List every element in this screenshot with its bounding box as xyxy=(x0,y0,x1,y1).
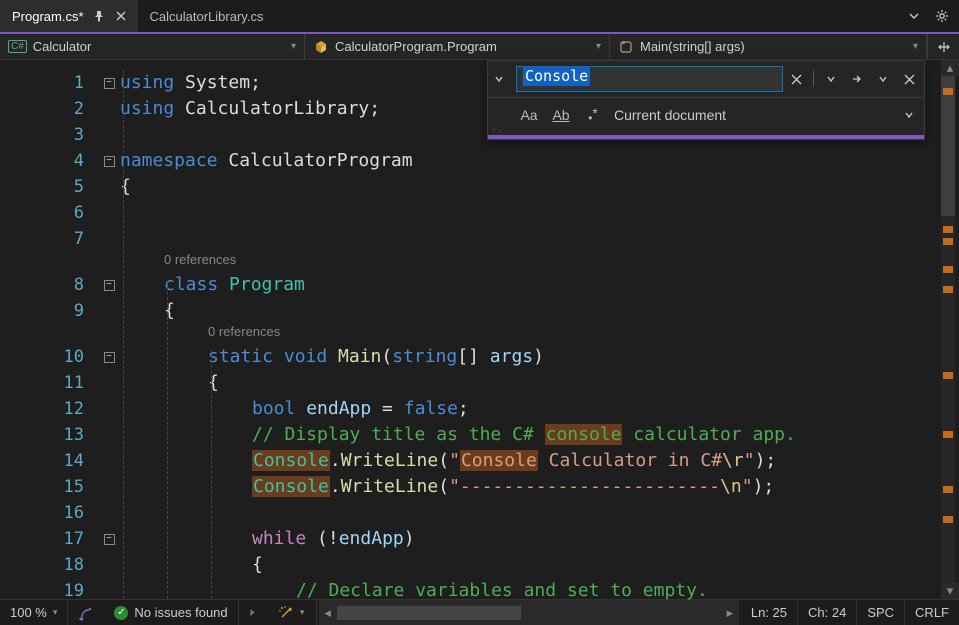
line-number: 9 xyxy=(0,298,98,324)
match-marker xyxy=(943,431,953,438)
fold-column: − − − − − xyxy=(98,60,120,599)
csharp-icon: C# xyxy=(8,40,27,53)
nav-class[interactable]: CalculatorProgram.Program ▾ xyxy=(305,34,610,59)
vertical-scrollbar[interactable]: ▴ ▾ xyxy=(941,60,959,599)
line-number: 17 xyxy=(0,526,98,552)
tab-label: Program.cs* xyxy=(12,9,84,24)
scroll-up-icon[interactable]: ▴ xyxy=(941,60,959,76)
whole-word-toggle[interactable]: Ab xyxy=(550,107,572,123)
line-number: 13 xyxy=(0,422,98,448)
nav-class-label: CalculatorProgram.Program xyxy=(335,39,497,54)
scroll-right-icon[interactable]: ▸ xyxy=(721,605,739,621)
nav-project-label: Calculator xyxy=(33,39,92,54)
scroll-down-icon[interactable]: ▾ xyxy=(941,583,959,599)
issues-label: No issues found xyxy=(134,605,227,620)
fold-toggle[interactable]: − xyxy=(104,280,115,291)
find-accent xyxy=(488,135,924,139)
navigation-bar: C# Calculator ▾ CalculatorProgram.Progra… xyxy=(0,32,959,60)
match-marker xyxy=(943,88,953,95)
fold-toggle[interactable]: − xyxy=(104,534,115,545)
code-area[interactable]: using System; using CalculatorLibrary; n… xyxy=(120,60,941,599)
match-marker xyxy=(943,266,953,273)
line-number: 6 xyxy=(0,200,98,226)
match-marker xyxy=(943,516,953,523)
match-marker xyxy=(943,486,953,493)
nav-member[interactable]: Main(string[] args) ▾ xyxy=(610,34,927,59)
line-number: 19 xyxy=(0,578,98,604)
find-dismiss-icon[interactable] xyxy=(900,70,918,88)
find-input[interactable]: Console xyxy=(516,66,783,92)
nav-member-label: Main(string[] args) xyxy=(640,39,745,54)
fold-toggle[interactable]: − xyxy=(104,352,115,363)
line-number: 7 xyxy=(0,226,98,252)
eol-label: CRLF xyxy=(915,605,949,620)
tab-calculatorlibrary[interactable]: CalculatorLibrary.cs xyxy=(138,0,274,32)
line-label: Ln: 25 xyxy=(751,605,787,620)
find-scope-label[interactable]: Current document xyxy=(614,107,890,123)
line-number: 10 xyxy=(0,344,98,370)
split-editor-icon[interactable] xyxy=(927,34,959,59)
scrollbar-thumb[interactable] xyxy=(941,76,955,216)
tab-strip: Program.cs* CalculatorLibrary.cs xyxy=(0,0,959,32)
scrollbar-thumb[interactable] xyxy=(337,606,521,620)
match-case-toggle[interactable]: Aa xyxy=(518,107,540,123)
tab-program[interactable]: Program.cs* xyxy=(0,0,138,32)
line-number: 16 xyxy=(0,500,98,526)
line-number: 8 xyxy=(0,272,98,298)
line-number: 11 xyxy=(0,370,98,396)
line-number: 3 xyxy=(0,122,98,148)
find-next-icon[interactable] xyxy=(848,70,866,88)
codelens-references[interactable]: 0 references xyxy=(120,324,941,344)
nav-project[interactable]: C# Calculator ▾ xyxy=(0,34,305,59)
find-expand-icon[interactable] xyxy=(494,74,512,84)
tab-overflow-icon[interactable] xyxy=(905,7,923,25)
indent-label: SPC xyxy=(867,605,894,620)
line-number: 2 xyxy=(0,96,98,122)
chevron-down-icon[interactable] xyxy=(900,106,918,124)
chevron-down-icon: ▾ xyxy=(596,41,601,52)
find-close-icon[interactable] xyxy=(787,70,805,88)
line-number: 14 xyxy=(0,448,98,474)
line-gutter: 1 2 3 4 5 6 7 8 9 10 11 12 13 14 15 16 1… xyxy=(0,60,98,599)
match-marker xyxy=(943,226,953,233)
check-icon: ✓ xyxy=(114,606,128,620)
line-number: 5 xyxy=(0,174,98,200)
editor: 1 2 3 4 5 6 7 8 9 10 11 12 13 14 15 16 1… xyxy=(0,60,959,599)
find-widget: Console Aa Ab •* Current document ⠁⠂ xyxy=(487,60,925,140)
line-number: 18 xyxy=(0,552,98,578)
class-icon xyxy=(313,39,329,55)
line-number: 12 xyxy=(0,396,98,422)
method-icon xyxy=(618,39,634,55)
find-in-files-dropdown-icon[interactable] xyxy=(874,70,892,88)
find-dropdown-icon[interactable] xyxy=(822,70,840,88)
separator xyxy=(813,71,814,87)
tab-label: CalculatorLibrary.cs xyxy=(150,9,264,24)
col-label: Ch: 24 xyxy=(808,605,846,620)
line-number: 4 xyxy=(0,148,98,174)
chevron-down-icon: ▾ xyxy=(53,607,58,618)
line-number: 15 xyxy=(0,474,98,500)
fold-toggle[interactable]: − xyxy=(104,156,115,167)
gear-icon[interactable] xyxy=(933,7,951,25)
match-marker xyxy=(943,372,953,379)
match-marker xyxy=(943,238,953,245)
line-number: 1 xyxy=(0,70,98,96)
pin-icon[interactable] xyxy=(92,10,106,22)
fold-toggle[interactable]: − xyxy=(104,78,115,89)
chevron-down-icon: ▾ xyxy=(291,41,296,52)
scroll-left-icon[interactable]: ◂ xyxy=(319,605,337,621)
chevron-down-icon: ▾ xyxy=(913,41,918,52)
regex-toggle[interactable]: •* xyxy=(582,105,604,125)
zoom-label: 100 % xyxy=(10,605,47,620)
codelens-references[interactable]: 0 references xyxy=(120,252,941,272)
match-marker xyxy=(943,286,953,293)
close-icon[interactable] xyxy=(114,9,128,23)
